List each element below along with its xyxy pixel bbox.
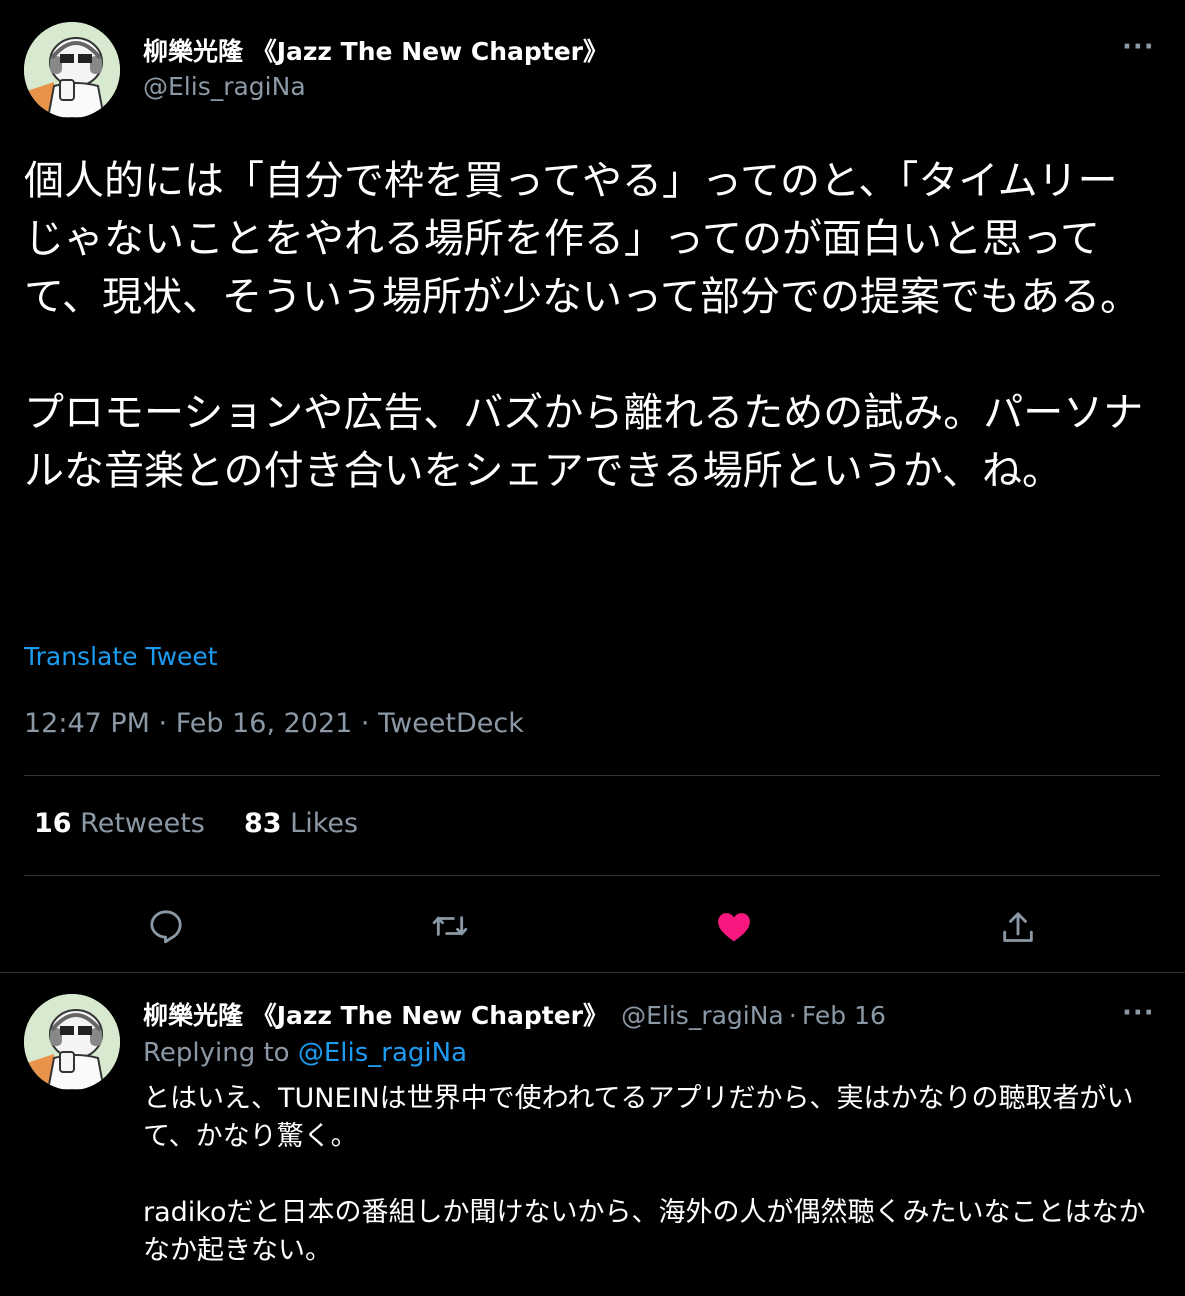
divider — [0, 972, 1185, 973]
reply-author-handle[interactable]: @Elis_ragiNa — [621, 1001, 784, 1030]
tweet-text: 個人的には「自分で枠を買ってやる」ってのと、「タイムリーじゃないことをやれる場所… — [24, 158, 1144, 494]
share-icon — [1003, 912, 1033, 942]
avatar-illustration — [24, 22, 120, 118]
tweet-timestamp[interactable]: 12:47 PM · Feb 16, 2021 · TweetDeck — [24, 708, 524, 739]
reply-header: 柳樂光隆 《Jazz The New Chapter》 @Elis_ragiNa… — [143, 996, 886, 1032]
divider — [24, 775, 1160, 776]
replying-to-handle[interactable]: @Elis_ragiNa — [298, 1038, 467, 1068]
share-button[interactable] — [994, 904, 1042, 952]
reply-author-name[interactable]: 柳樂光隆 《Jazz The New Chapter》 — [143, 1001, 608, 1030]
reply-more-options-button[interactable]: ··· — [1122, 998, 1155, 1028]
author-name[interactable]: 柳樂光隆 《Jazz The New Chapter》 — [143, 32, 608, 68]
likes-stat[interactable]: 83 Likes — [244, 808, 358, 839]
translate-tweet-link[interactable]: Translate Tweet — [24, 642, 218, 671]
retweets-stat[interactable]: 16 Retweets — [34, 808, 205, 839]
reply-author-avatar[interactable] — [24, 994, 120, 1090]
replying-to-label: Replying to — [143, 1038, 290, 1068]
reply-icon — [150, 910, 182, 944]
author-handle[interactable]: @Elis_ragiNa — [143, 72, 306, 101]
retweets-label: Retweets — [80, 808, 205, 839]
like-button[interactable] — [710, 902, 758, 950]
reply-date[interactable]: Feb 16 — [802, 1001, 886, 1030]
replying-to: Replying to @Elis_ragiNa — [143, 1038, 467, 1068]
heart-icon — [718, 913, 750, 942]
likes-count: 83 — [244, 808, 282, 839]
retweet-button[interactable] — [426, 902, 474, 950]
separator-dot: · — [788, 1001, 797, 1030]
avatar-illustration — [24, 994, 120, 1090]
more-options-button[interactable]: ··· — [1122, 32, 1155, 62]
likes-label: Likes — [290, 808, 359, 839]
retweet-icon — [432, 916, 468, 936]
divider — [24, 875, 1160, 876]
reply-tweet-text: とはいえ、TUNEINは世界中で使われてるアプリだから、実はかなりの聴取者がいて… — [143, 1083, 1146, 1266]
author-avatar[interactable] — [24, 22, 120, 118]
retweets-count: 16 — [34, 808, 72, 839]
reply-button[interactable] — [142, 902, 190, 950]
